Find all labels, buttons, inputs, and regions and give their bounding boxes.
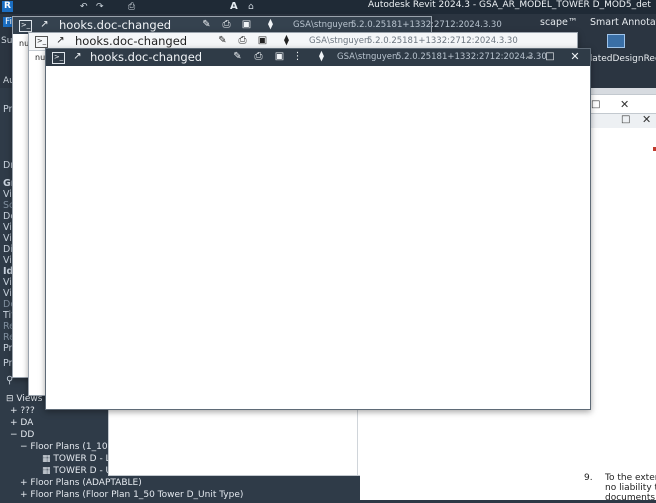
collapse-icon[interactable]: ⊟: [6, 394, 16, 404]
tree-node[interactable]: − Floor Plans (1_100): [20, 442, 117, 452]
redo-icon[interactable]: ↷: [96, 2, 104, 12]
edit-icon[interactable]: ✎: [201, 20, 212, 30]
edit-icon[interactable]: ✎: [217, 36, 228, 46]
tree-label: DD: [20, 430, 35, 440]
text-icon[interactable]: A: [230, 1, 238, 12]
tree-label: ???: [20, 406, 35, 416]
window-title: hooks.doc-changed: [75, 34, 188, 48]
collapse-icon[interactable]: −: [20, 442, 30, 452]
quick-access-toolbar: ↶ ↷ ⎙ A ⌂: [20, 1, 350, 12]
pin-icon[interactable]: ⧫: [265, 20, 276, 30]
tab-smart-annotation[interactable]: Smart Annotation: [590, 17, 656, 28]
save-icon[interactable]: ▣: [274, 52, 285, 62]
expand-icon[interactable]: +: [10, 418, 20, 428]
print-icon[interactable]: ⎙: [237, 36, 248, 46]
close-icon[interactable]: ✕: [642, 113, 651, 126]
tree-node[interactable]: + Floor Plans (ADAPTABLE): [20, 478, 142, 488]
tree-node[interactable]: + Floor Plans (Floor Plan 1_50 Tower D_U…: [20, 490, 243, 500]
paragraph-line: no liability to the: [605, 483, 656, 493]
terminal-icon: >_: [52, 52, 65, 64]
close-icon[interactable]: ✕: [620, 98, 629, 111]
monitor-icon[interactable]: [607, 34, 625, 48]
tree-label: Floor Plans (Floor Plan 1_50 Tower D_Uni…: [30, 490, 244, 500]
close-icon[interactable]: ✕: [568, 50, 582, 64]
tree-label: DA: [20, 418, 34, 428]
paragraph-line: documents prov: [605, 493, 656, 503]
list-number: 9.: [584, 473, 593, 483]
home-icon[interactable]: ⌂: [248, 2, 254, 12]
open-external-icon[interactable]: ↗: [55, 36, 66, 46]
tree-node[interactable]: − DD: [10, 430, 34, 440]
more-icon[interactable]: ⋮: [292, 52, 303, 62]
tree-label: Floor Plans (1_100): [30, 442, 117, 452]
open-external-icon[interactable]: ↗: [39, 20, 50, 30]
save-icon[interactable]: ▣: [257, 36, 268, 46]
document-bottom-text: 9. To the extent pe no liability to the …: [360, 472, 656, 503]
tree-node[interactable]: + ???: [10, 406, 35, 416]
revit-logo[interactable]: R: [2, 1, 13, 12]
expand-icon[interactable]: +: [20, 490, 30, 500]
user-label: GSA\stnguyen: [293, 20, 354, 30]
user-label: GSA\stnguyen: [309, 36, 370, 46]
print-icon[interactable]: ⎙: [128, 2, 135, 12]
maximize-icon[interactable]: □: [591, 99, 600, 110]
save-icon[interactable]: ▣: [241, 20, 252, 30]
user-label: GSA\stnguyen: [337, 52, 398, 62]
open-external-icon[interactable]: ↗: [72, 52, 83, 62]
pin-icon[interactable]: ⧫: [281, 36, 292, 46]
paragraph-line: To the extent pe: [605, 473, 656, 483]
edit-icon[interactable]: ✎: [232, 52, 243, 62]
tree-node[interactable]: + DA: [10, 418, 33, 428]
view-icon: ▦: [42, 466, 54, 476]
tree-label: Floor Plans (ADAPTABLE): [30, 478, 142, 488]
view-icon: ▦: [42, 454, 54, 464]
print-icon[interactable]: ⎙: [221, 20, 232, 30]
undo-icon[interactable]: ↶: [80, 2, 88, 12]
revit-titlebar: R ↶ ↷ ⎙ A ⌂ Autodesk Revit 2024.3 - GSA_…: [0, 0, 656, 14]
terminal-icon: >_: [19, 20, 32, 32]
maximize-icon[interactable]: □: [543, 50, 557, 64]
app-title: Autodesk Revit 2024.3 - GSA_AR_MODEL_TOW…: [368, 0, 651, 10]
window-title: hooks.doc-changed: [59, 18, 172, 32]
hook-output-area[interactable]: [46, 66, 590, 409]
pin-icon[interactable]: ⧫: [316, 52, 327, 62]
ribbon-command-label[interactable]: ulatedDesignRecord: [584, 54, 656, 64]
version-label: 5.2.0.25181+1332:2712:2024.3.30: [351, 20, 502, 30]
hook-window-titlebar[interactable]: >_ ↗ hooks.doc-changed ✎ ⎙ ▣ ⋮ ⧫ GSA\stn…: [46, 49, 590, 66]
tab-scape[interactable]: scape™: [540, 17, 577, 28]
window-title: hooks.doc-changed: [90, 50, 203, 64]
expand-icon[interactable]: +: [20, 478, 30, 488]
maximize-icon[interactable]: □: [621, 114, 630, 125]
terminal-icon: >_: [35, 36, 48, 48]
hook-window-active: >_ ↗ hooks.doc-changed ✎ ⎙ ▣ ⋮ ⧫ GSA\stn…: [45, 48, 591, 410]
print-icon[interactable]: ⎙: [253, 52, 264, 62]
version-label: 5.2.0.25181+1332:2712:2024.3.30: [367, 36, 518, 46]
collapse-icon[interactable]: −: [10, 430, 20, 440]
expand-icon[interactable]: +: [10, 406, 20, 416]
minimize-icon[interactable]: –: [522, 50, 536, 64]
